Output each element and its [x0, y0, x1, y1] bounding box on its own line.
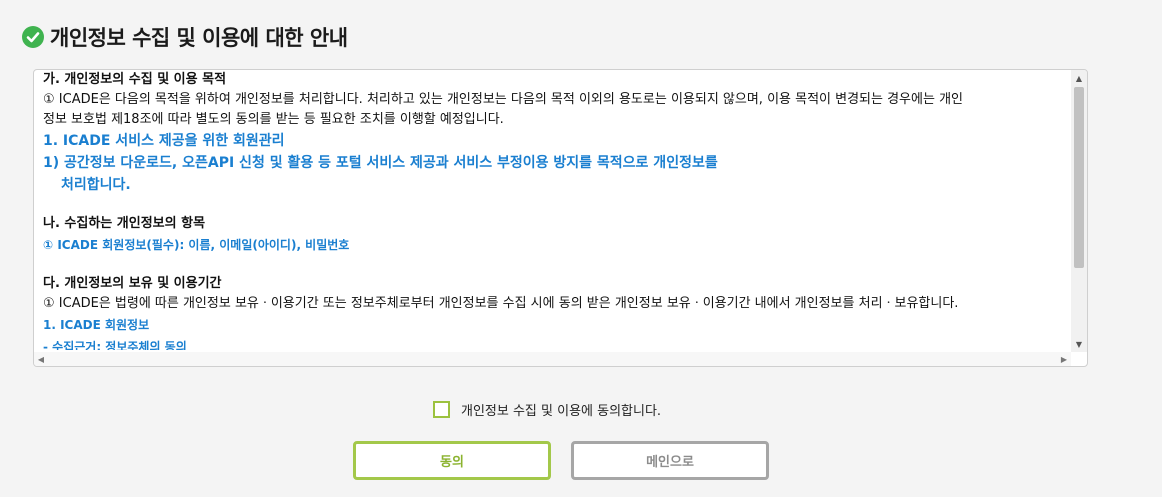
- section1-title: 가. 개인정보의 수집 및 이용 목적: [43, 72, 227, 87]
- section3-item1: 1. ICADE 회원정보: [43, 318, 150, 332]
- section1-item1: 1. ICADE 서비스 제공을 위한 회원관리: [43, 133, 285, 149]
- scroll-left-arrow-icon[interactable]: ◀: [34, 352, 48, 366]
- agree-checkbox[interactable]: [433, 401, 450, 418]
- section3-item2: - 수집근거: 정보주체의 동의: [43, 340, 187, 350]
- check-circle-icon: [22, 26, 44, 48]
- vertical-scroll-thumb[interactable]: [1074, 87, 1084, 268]
- vertical-scrollbar[interactable]: ▲ ▼: [1071, 70, 1087, 352]
- scroll-up-arrow-icon[interactable]: ▲: [1071, 70, 1087, 86]
- section2-title: 나. 수집하는 개인정보의 항목: [43, 216, 206, 231]
- horizontal-scrollbar[interactable]: ◀ ▶: [34, 352, 1071, 366]
- section1-body-line2: 정보 보호법 제18조에 따라 별도의 동의를 받는 등 필요한 조치를 이행할…: [43, 112, 504, 127]
- page-title: 개인정보 수집 및 이용에 대한 안내: [50, 26, 348, 50]
- terms-scroll-box[interactable]: 가. 개인정보의 수집 및 이용 목적 ① ICADE은 다음의 목적을 위하여…: [33, 69, 1088, 367]
- section3-body: ① ICADE은 법령에 따른 개인정보 보유ㆍ이용기간 또는 정보주체로부터 …: [43, 296, 959, 311]
- section2-item1: ① ICADE 회원정보(필수): 이름, 이메일(아이디), 비밀번호: [43, 238, 350, 252]
- agree-checkbox-row[interactable]: 개인정보 수집 및 이용에 동의합니다.: [433, 400, 661, 419]
- scroll-right-arrow-icon[interactable]: ▶: [1057, 352, 1071, 366]
- go-main-button[interactable]: 메인으로: [571, 441, 769, 480]
- page-header: 개인정보 수집 및 이용에 대한 안내: [22, 22, 348, 52]
- scroll-down-arrow-icon[interactable]: ▼: [1071, 336, 1087, 352]
- terms-content: 가. 개인정보의 수집 및 이용 목적 ① ICADE은 다음의 목적을 위하여…: [43, 70, 1069, 350]
- agree-button[interactable]: 동의: [353, 441, 551, 480]
- section3-title: 다. 개인정보의 보유 및 이용기간: [43, 276, 222, 291]
- section1-item2-line2: 처리합니다.: [61, 177, 131, 193]
- agree-checkbox-label[interactable]: 개인정보 수집 및 이용에 동의합니다.: [461, 400, 661, 419]
- section1-body-line1: ① ICADE은 다음의 목적을 위하여 개인정보를 처리합니다. 처리하고 있…: [43, 92, 963, 107]
- section1-item2-line1: 1) 공간정보 다운로드, 오픈API 신청 및 활용 등 포털 서비스 제공과…: [43, 155, 718, 171]
